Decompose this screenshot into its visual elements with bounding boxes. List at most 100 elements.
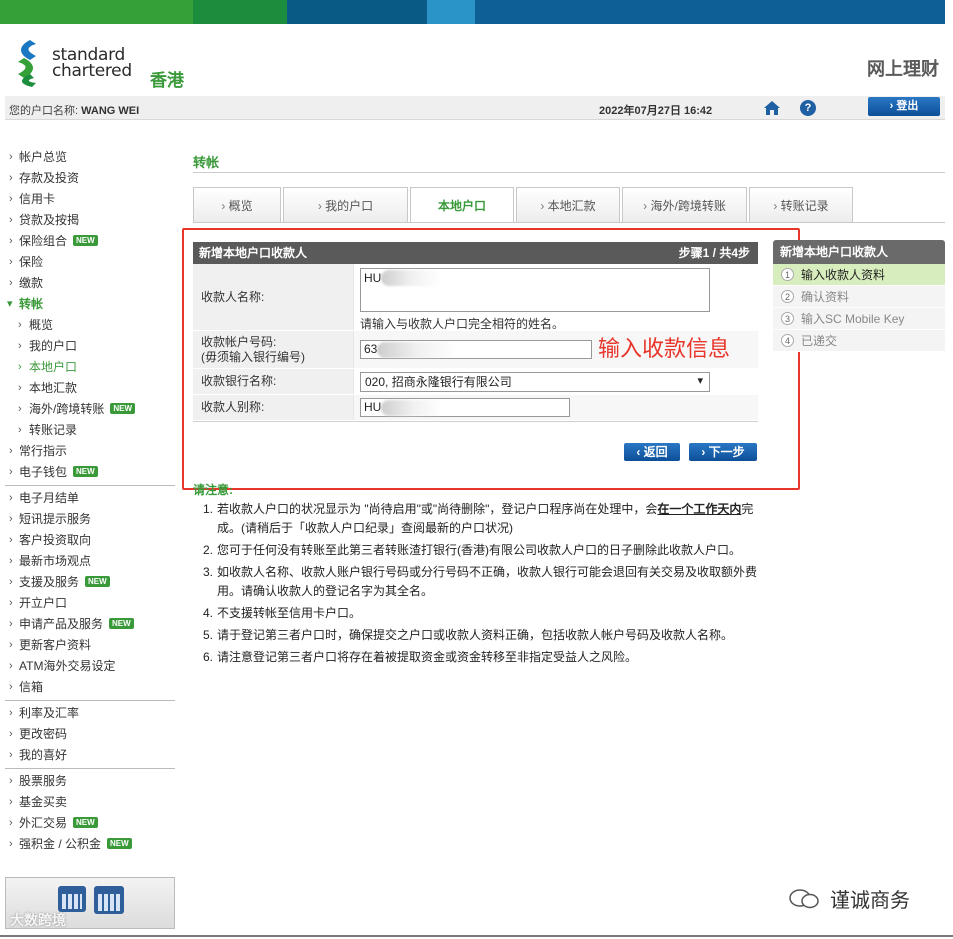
- nav-item-sms-alerts[interactable]: 短讯提示服务: [5, 509, 175, 530]
- home-icon[interactable]: [763, 99, 781, 117]
- transfer-tabs: 概览 我的户口 本地户口 本地汇款 海外/跨境转账 转账记录: [193, 187, 855, 223]
- payee-name-input[interactable]: HU: [360, 268, 710, 312]
- step-item: 4 已递交: [773, 330, 945, 352]
- annotation-text: 输入收款信息: [598, 337, 731, 362]
- nav-item-atm-overseas-settings[interactable]: ATM海外交易设定: [5, 656, 175, 677]
- nav-item-change-password[interactable]: 更改密码: [5, 724, 175, 745]
- sc-logo-icon: [18, 40, 36, 87]
- user-bar: 您的户口名称: WANG WEI 2022年07月27日 16:42 ? › 登…: [5, 96, 945, 120]
- nav-item-e-wallet[interactable]: 电子钱包NEW: [5, 462, 175, 483]
- step-item: 2 确认资料: [773, 286, 945, 308]
- top-color-stripe: [0, 0, 945, 24]
- notes-title: 请注意:: [193, 483, 233, 497]
- watermark-right: 谨诚商务: [830, 888, 910, 912]
- tab-my-accounts[interactable]: 我的户口: [283, 187, 408, 223]
- nav-subitem-my-accounts[interactable]: 我的户口: [5, 336, 175, 357]
- left-navigation: 帐户总览 存款及投资 信用卡 贷款及按揭 保险组合NEW 保险 缴款 转帐 概览…: [5, 147, 175, 855]
- payee-name-hint: 请输入与收款人户口完全相符的姓名。: [360, 317, 565, 331]
- nav-subitem-overseas-transfer[interactable]: 海外/跨境转账NEW: [5, 399, 175, 420]
- redaction-blur: [381, 400, 443, 416]
- nickname-input[interactable]: HU: [360, 398, 570, 417]
- datetime: 2022年07月27日 16:42: [599, 105, 713, 117]
- new-badge: NEW: [73, 235, 98, 246]
- nav-item-funds[interactable]: 基金买卖: [5, 792, 175, 813]
- account-number-input[interactable]: 63: [360, 340, 592, 359]
- nav-item-standing-instructions[interactable]: 常行指示: [5, 441, 175, 462]
- title-divider: [193, 172, 945, 173]
- tab-local-account[interactable]: 本地户口: [410, 187, 514, 223]
- nav-item-account-overview[interactable]: 帐户总览: [5, 147, 175, 168]
- new-badge: NEW: [73, 466, 98, 477]
- form-divider: [193, 421, 758, 422]
- new-badge: NEW: [73, 817, 98, 828]
- payee-name-label: 收款人名称:: [193, 264, 353, 330]
- account-label: 您的户口名称:: [9, 105, 79, 117]
- nav-item-apply-products[interactable]: 申请产品及服务NEW: [5, 614, 175, 635]
- note-item: 5. 请于登记第三者户口时，确保提交之户口或收款人资料正确，包括收款人帐户号码及收…: [203, 628, 734, 642]
- help-icon[interactable]: ?: [800, 100, 816, 116]
- nickname-row: 收款人别称: HU: [193, 395, 758, 421]
- nav-item-open-account[interactable]: 开立户口: [5, 593, 175, 614]
- nav-item-preferences[interactable]: 我的喜好: [5, 745, 175, 766]
- tab-local-remittance[interactable]: 本地汇款: [516, 187, 620, 223]
- nav-item-transfer[interactable]: 转帐: [5, 294, 175, 315]
- nav-item-fx-trading[interactable]: 外汇交易NEW: [5, 813, 175, 834]
- next-button[interactable]: › 下一步: [689, 443, 757, 461]
- standard-chartered-logo[interactable]: standard chartered: [10, 38, 132, 88]
- tab-transfer-records[interactable]: 转账记录: [749, 187, 853, 223]
- note-emphasis: 在一个工作天内: [657, 502, 742, 516]
- tab-overseas-transfer[interactable]: 海外/跨境转账: [622, 187, 747, 223]
- bank-name-label: 收款银行名称:: [193, 369, 353, 394]
- nav-item-mailbox[interactable]: 信箱: [5, 677, 175, 698]
- page-title: 转帐: [193, 155, 220, 170]
- step-item: 3 输入SC Mobile Key: [773, 308, 945, 330]
- nav-item-mpf[interactable]: 强积金 / 公积金NEW: [5, 834, 175, 855]
- nav-divider: [5, 768, 175, 769]
- logo-text-line2: chartered: [52, 61, 132, 81]
- nav-divider: [5, 700, 175, 701]
- nav-item-e-statement[interactable]: 电子月结单: [5, 488, 175, 509]
- bank-select[interactable]: 020, 招商永隆银行有限公司 ▾: [360, 372, 710, 392]
- nav-item-investment-profile[interactable]: 客户投资取向: [5, 530, 175, 551]
- nav-item-payments[interactable]: 缴款: [5, 273, 175, 294]
- nickname-label: 收款人别称:: [193, 395, 353, 420]
- step-indicator: 步骤1 / 共4步: [678, 246, 750, 260]
- redaction-blur: [377, 342, 457, 358]
- nav-subitem-local-account[interactable]: 本地户口: [5, 357, 175, 378]
- nav-item-securities[interactable]: 股票服务: [5, 771, 175, 792]
- account-number-sublabel: (毋须输入银行编号): [201, 349, 305, 364]
- service-name: 网上理财: [867, 59, 939, 80]
- nav-subitem-overview[interactable]: 概览: [5, 315, 175, 336]
- steps-title: 新增本地户口收款人: [773, 240, 945, 264]
- note-item: 2. 您可于任何没有转账至此第三者转账渣打银行(香港)有限公司收款人户口的日子删除…: [203, 543, 741, 557]
- nav-item-loans-mortgage[interactable]: 贷款及按揭: [5, 210, 175, 231]
- wechat-icon: [789, 889, 819, 909]
- account-number-label: 收款帐户号码:: [201, 334, 277, 349]
- notes-list: 1. 若收款人户口的状况显示为 "尚待启用"或"尚待删除"，登记户口程序尚在处理中…: [203, 500, 763, 670]
- step-item: 1 输入收款人资料: [773, 264, 945, 286]
- nav-item-credit-card[interactable]: 信用卡: [5, 189, 175, 210]
- note-item: 4. 不支援转帐至信用卡户口。: [203, 606, 362, 620]
- nav-item-update-profile[interactable]: 更新客户资料: [5, 635, 175, 656]
- logout-button[interactable]: › 登出: [868, 97, 940, 116]
- nav-item-deposits-investments[interactable]: 存款及投资: [5, 168, 175, 189]
- nav-subitem-local-remittance[interactable]: 本地汇款: [5, 378, 175, 399]
- account-info: 您的户口名称: WANG WEI: [9, 102, 139, 118]
- account-name: WANG WEI: [81, 105, 140, 117]
- tab-overview[interactable]: 概览: [193, 187, 281, 223]
- nav-item-support-services[interactable]: 支援及服务NEW: [5, 572, 175, 593]
- note-item: 6. 请注意登记第三者户口将存在着被提取资金或资金转移至非指定受益人之风险。: [203, 650, 638, 664]
- nav-item-insurance[interactable]: 保险: [5, 252, 175, 273]
- redaction-blur: [381, 270, 441, 286]
- form-title: 新增本地户口收款人: [199, 246, 308, 260]
- nav-item-insurance-portfolio[interactable]: 保险组合NEW: [5, 231, 175, 252]
- nav-item-rates[interactable]: 利率及汇率: [5, 703, 175, 724]
- back-button[interactable]: ‹ 返回: [624, 443, 680, 461]
- nav-item-market-views[interactable]: 最新市场观点: [5, 551, 175, 572]
- tabs-divider: [193, 222, 945, 223]
- payee-name-row: 收款人名称: HU 请输入与收款人户口完全相符的姓名。: [193, 264, 758, 331]
- note-item: 1. 若收款人户口的状况显示为 "尚待启用"或"尚待删除"，登记户口程序尚在处理中…: [203, 502, 754, 535]
- logo-region: 香港: [150, 71, 184, 91]
- watermark-left: 大数跨境: [10, 912, 66, 928]
- nav-subitem-transfer-records[interactable]: 转账记录: [5, 420, 175, 441]
